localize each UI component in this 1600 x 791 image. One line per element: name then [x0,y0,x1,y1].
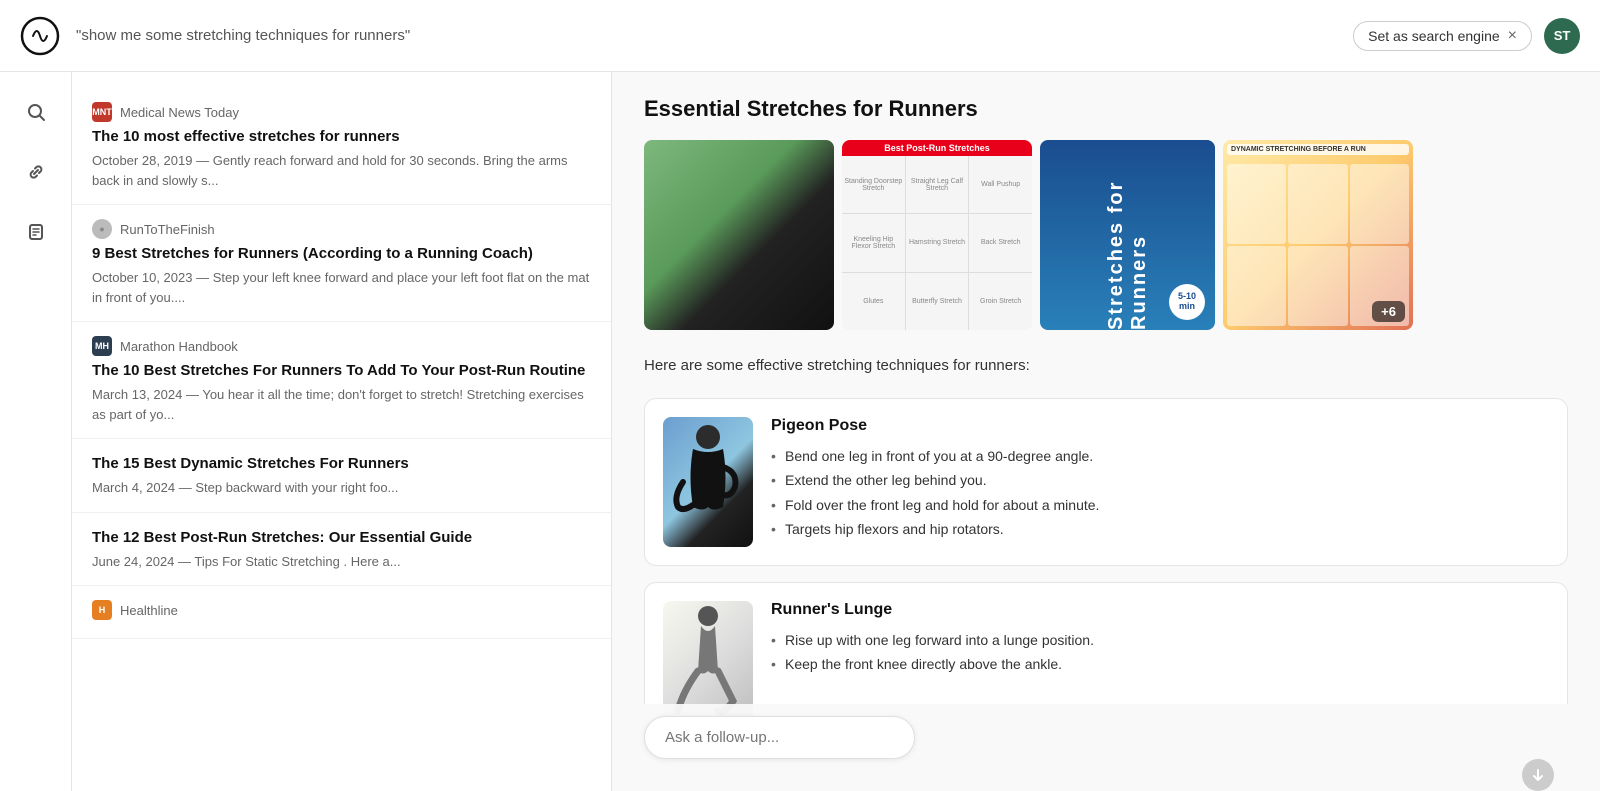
result-title: 9 Best Stretches for Runners (According … [92,243,591,264]
bullet-item: Extend the other leg behind you. [771,469,1549,491]
source-name: Marathon Handbook [120,339,238,354]
stretch-bullets: Rise up with one leg forward into a lung… [771,629,1549,676]
result-item[interactable]: MNT Medical News Today The 10 most effec… [72,88,611,205]
stretch-name: Runner's Lunge [771,601,1549,619]
source-favicon: H [92,600,112,620]
bullet-item: Bend one leg in front of you at a 90-deg… [771,445,1549,467]
icon-sidebar [0,72,72,791]
bullet-item: Rise up with one leg forward into a lung… [771,629,1549,651]
topbar: "show me some stretching techniques for … [0,0,1600,72]
stretch-content: Pigeon Pose Bend one leg in front of you… [771,417,1549,543]
note-icon-button[interactable] [16,212,56,252]
gallery-image-2[interactable]: Best Post-Run Stretches Standing Doorste… [842,140,1032,330]
source-name: Medical News Today [120,105,239,120]
result-snippet: October 28, 2019 — Gently reach forward … [92,151,591,190]
search-query: "show me some stretching techniques for … [76,27,1337,44]
close-pill-button[interactable]: × [1508,28,1517,44]
content-title: Essential Stretches for Runners [644,96,1568,122]
search-icon-button[interactable] [16,92,56,132]
result-snippet: October 10, 2023 — Step your left knee f… [92,268,591,307]
avatar[interactable]: ST [1544,18,1580,54]
source-favicon: MNT [92,102,112,122]
source-name: Healthline [120,603,178,618]
result-snippet: March 4, 2024 — Step backward with your … [92,478,591,498]
result-source: MH Marathon Handbook [92,336,591,356]
followup-submit-button[interactable] [1522,759,1554,791]
bullet-item: Targets hip flexors and hip rotators. [771,518,1549,540]
result-item[interactable]: MH Marathon Handbook The 10 Best Stretch… [72,322,611,439]
result-title: The 10 Best Stretches For Runners To Add… [92,360,591,381]
result-title: The 12 Best Post-Run Stretches: Our Esse… [92,527,591,548]
bullet-item: Keep the front knee directly above the a… [771,653,1549,675]
result-snippet: March 13, 2024 — You hear it all the tim… [92,385,591,424]
result-item[interactable]: The 15 Best Dynamic Stretches For Runner… [72,439,611,513]
main-layout: MNT Medical News Today The 10 most effec… [0,72,1600,791]
image-gallery: Best Post-Run Stretches Standing Doorste… [644,140,1568,330]
result-source: H Healthline [92,600,591,620]
stretch-content: Runner's Lunge Rise up with one leg forw… [771,601,1549,678]
source-favicon: MH [92,336,112,356]
result-snippet: June 24, 2024 — Tips For Static Stretchi… [92,552,591,572]
set-search-engine-pill[interactable]: Set as search engine × [1353,21,1532,51]
source-favicon: ● [92,219,112,239]
app-logo[interactable] [20,16,60,56]
gallery-count: +6 [1381,304,1396,319]
intro-text: Here are some effective stretching techn… [644,354,1568,378]
result-title: The 10 most effective stretches for runn… [92,126,591,147]
result-source: MNT Medical News Today [92,102,591,122]
topbar-right: Set as search engine × ST [1353,18,1580,54]
pigeon-pose-image [663,417,753,547]
result-source: ● RunToTheFinish [92,219,591,239]
result-title: The 15 Best Dynamic Stretches For Runner… [92,453,591,474]
stretch-card-pigeon: Pigeon Pose Bend one leg in front of you… [644,398,1568,566]
gallery-image-4[interactable]: DYNAMIC STRETCHING BEFORE A RUN +6 [1223,140,1413,330]
source-name: RunToTheFinish [120,222,215,237]
results-panel: MNT Medical News Today The 10 most effec… [72,72,612,791]
followup-wrapper [644,716,1568,759]
followup-bar [644,704,1568,767]
stretch-bullets: Bend one leg in front of you at a 90-deg… [771,445,1549,541]
result-item[interactable]: ● RunToTheFinish 9 Best Stretches for Ru… [72,205,611,322]
result-item[interactable]: H Healthline [72,586,611,639]
search-engine-label: Set as search engine [1368,28,1500,44]
link-icon-button[interactable] [16,152,56,192]
followup-input[interactable] [644,716,915,759]
bullet-item: Fold over the front leg and hold for abo… [771,494,1549,516]
stretch-name: Pigeon Pose [771,417,1549,435]
gallery-image-1[interactable] [644,140,834,330]
result-item[interactable]: The 12 Best Post-Run Stretches: Our Esse… [72,513,611,587]
gallery-image-3[interactable]: Stretches for Runners 5-10min [1040,140,1215,330]
content-panel: Essential Stretches for Runners Best Pos… [612,72,1600,791]
